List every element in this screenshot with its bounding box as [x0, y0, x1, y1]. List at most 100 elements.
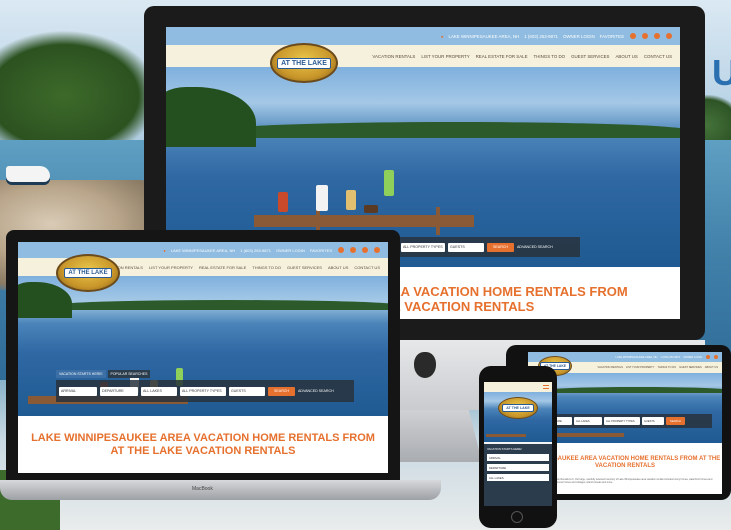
- property-type-select[interactable]: ALL PROPERTY TYPES: [401, 242, 445, 252]
- laptop-base: [0, 480, 441, 500]
- search-tabs: VACATION STARTS HERE! POPULAR SEARCHES: [56, 370, 151, 378]
- nav-guest-services[interactable]: GUEST SERVICES: [679, 366, 702, 369]
- page-headline: EA VACATION HOME RENTALS FROM E VACATION…: [392, 284, 628, 315]
- nav-real-estate[interactable]: REAL ESTATE FOR SALE: [199, 265, 246, 270]
- top-bar-favorites[interactable]: FAVORITES: [600, 34, 624, 39]
- nav-real-estate[interactable]: REAL ESTATE FOR SALE: [476, 54, 528, 59]
- top-bar-login[interactable]: OWNER LOGIN: [276, 248, 305, 253]
- top-bar-login[interactable]: OWNER LOGIN: [563, 34, 595, 39]
- top-bar: ● LAKE WINNIPESAUKEE AREA, NH 1 (603) 25…: [166, 27, 680, 45]
- top-bar-phone[interactable]: 1 (603) 253-9871: [660, 356, 680, 359]
- lakes-select[interactable]: ALL LAKES: [487, 474, 549, 481]
- logo-text: AT THE LAKE: [64, 268, 112, 278]
- twitter-icon[interactable]: [350, 247, 356, 253]
- nav-vacation-rentals[interactable]: VACATION RENTALS: [598, 366, 623, 369]
- search-bar: DEPARTURE ALL LAKES ALL PROPERTY TYPES G…: [542, 414, 712, 428]
- partial-letter: U: [712, 52, 731, 93]
- headline-line-1: EA VACATION HOME RENTALS FROM: [392, 284, 628, 299]
- site-logo[interactable]: AT THE LAKE: [270, 43, 338, 83]
- search-bar: ARRIVAL DEPARTURE ALL LAKES ALL PROPERTY…: [56, 380, 354, 402]
- search-bar: ALL PROPERTY TYPES GUESTS SEARCH ADVANCE…: [398, 237, 580, 257]
- nav-things-to-do[interactable]: THINGS TO DO: [534, 54, 566, 59]
- top-bar-phone[interactable]: 1 (603) 253-9871: [524, 34, 558, 39]
- facebook-icon[interactable]: [630, 33, 636, 39]
- property-type-select[interactable]: ALL PROPERTY TYPES: [180, 386, 226, 396]
- nav-list-property[interactable]: LIST YOUR PROPERTY: [149, 265, 193, 270]
- nav-list-property[interactable]: LIST YOUR PROPERTY: [421, 54, 469, 59]
- nav-contact-us[interactable]: CONTACT US: [644, 54, 672, 59]
- logo-text: AT THE LAKE: [502, 404, 534, 412]
- intro-paragraph: At the Lake Vacation Rentals LLC. Our la…: [538, 478, 713, 485]
- advanced-search-link[interactable]: ADVANCED SEARCH: [517, 245, 553, 249]
- tree-island: [18, 282, 72, 318]
- phone-header: [484, 382, 552, 392]
- guests-select[interactable]: GUESTS: [448, 242, 484, 252]
- headline-line-2: VACATION RENTALS: [595, 462, 655, 469]
- phone-search-panel: VACATION STARTS HERE! ARRIVAL DEPARTURE …: [484, 444, 552, 506]
- arrival-input[interactable]: ARRIVAL: [487, 454, 549, 461]
- nav-contact-us[interactable]: CONTACT US: [354, 265, 380, 270]
- dock-post: [436, 207, 440, 235]
- headline-line-2: E VACATION RENTALS: [392, 298, 535, 314]
- top-bar-location: LAKE WINNIPESAUKEE AREA, NH: [448, 33, 520, 39]
- search-button[interactable]: SEARCH: [666, 417, 685, 425]
- instagram-icon[interactable]: [654, 33, 660, 39]
- tab-vacation-starts-here[interactable]: VACATION STARTS HERE!: [56, 370, 106, 378]
- nav-things-to-do[interactable]: THINGS TO DO: [252, 265, 281, 270]
- nav-about-us[interactable]: ABOUT US: [705, 366, 718, 369]
- twitter-icon[interactable]: [642, 33, 648, 39]
- phone-home-button: [511, 511, 523, 523]
- person: [278, 192, 288, 212]
- laptop-brand: MacBook: [192, 486, 213, 492]
- boat: [6, 166, 50, 182]
- phone-screen: AT THE LAKE VACATION STARTS HERE! ARRIVA…: [484, 382, 552, 506]
- facebook-icon[interactable]: [706, 355, 710, 359]
- search-button[interactable]: SEARCH: [487, 242, 514, 252]
- top-bar-login[interactable]: OWNER LOGIN: [683, 356, 702, 359]
- tab-vacation-starts-here[interactable]: VACATION STARTS HERE!: [487, 447, 549, 451]
- nav-guest-services[interactable]: GUEST SERVICES: [571, 54, 609, 59]
- departure-input[interactable]: DEPARTURE: [487, 464, 549, 471]
- main-nav: VACATION RENTALS LIST YOUR PROPERTY REAL…: [166, 45, 680, 67]
- top-bar-phone[interactable]: 1 (603) 253-9871: [240, 248, 271, 253]
- top-bar-location: LAKE WINNIPESAUKEE AREA, NH: [170, 247, 236, 253]
- far-hills: [58, 300, 388, 310]
- dock: [254, 215, 474, 227]
- top-bar-location: LAKE WINNIPESAUKEE AREA, NH: [615, 355, 658, 359]
- arrival-input[interactable]: ARRIVAL: [59, 386, 97, 396]
- menu-icon[interactable]: [543, 385, 549, 389]
- search-button[interactable]: SEARCH: [268, 386, 295, 396]
- facebook-icon[interactable]: [338, 247, 344, 253]
- location-pin-icon: ●: [163, 247, 166, 253]
- pinterest-icon[interactable]: [666, 33, 672, 39]
- nav-about-us[interactable]: ABOUT US: [615, 54, 637, 59]
- dock: [486, 434, 526, 437]
- tab-popular-searches[interactable]: POPULAR SEARCHES: [107, 370, 151, 378]
- lakes-select[interactable]: ALL LAKES: [141, 386, 177, 396]
- pinterest-icon[interactable]: [374, 247, 380, 253]
- nav-vacation-rentals[interactable]: VACATION RENTALS: [372, 54, 415, 59]
- logo-text: AT THE LAKE: [277, 57, 331, 69]
- guests-select[interactable]: GUESTS: [642, 417, 664, 425]
- lakes-select[interactable]: ALL LAKES: [574, 417, 602, 425]
- location-pin-icon: ●: [440, 33, 444, 39]
- tree-island: [166, 87, 256, 147]
- top-bar-favorites[interactable]: FAVORITES: [310, 248, 332, 253]
- site-logo[interactable]: AT THE LAKE: [498, 397, 538, 419]
- nav-list-property[interactable]: LIST YOUR PROPERTY: [626, 366, 655, 369]
- property-type-select[interactable]: ALL PROPERTY TYPES: [604, 417, 640, 425]
- nav-things-to-do[interactable]: THINGS TO DO: [657, 366, 676, 369]
- instagram-icon[interactable]: [362, 247, 368, 253]
- page-headline: LAKE WINNIPESAUKEE AREA VACATION HOME RE…: [18, 432, 388, 457]
- site-logo[interactable]: AT THE LAKE: [56, 254, 120, 292]
- headline-line-2: AT THE LAKE VACATION RENTALS: [110, 444, 296, 457]
- twitter-icon[interactable]: [714, 355, 718, 359]
- advanced-search-link[interactable]: ADVANCED SEARCH: [298, 389, 334, 393]
- nav-about-us[interactable]: ABOUT US: [328, 265, 348, 270]
- person: [346, 190, 356, 210]
- hero-image: [528, 373, 722, 443]
- headline-line-1: WINNIPESAUKEE AREA VACATION HOME RENTALS…: [528, 456, 722, 462]
- guests-select[interactable]: GUESTS: [229, 386, 265, 396]
- nav-guest-services[interactable]: GUEST SERVICES: [287, 265, 322, 270]
- departure-input[interactable]: DEPARTURE: [100, 386, 138, 396]
